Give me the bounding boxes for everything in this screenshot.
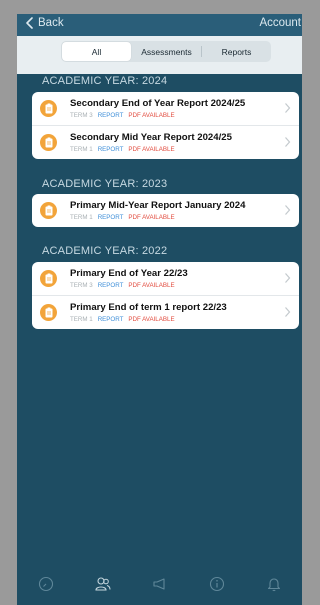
app-screen: Back Account All Assessments Reports ACA… — [17, 14, 302, 605]
type-label: REPORT — [97, 112, 124, 119]
info-icon — [209, 576, 224, 592]
pdf-label: PDF AVAILABLE — [128, 112, 175, 119]
year-card-2024: Secondary End of Year Report 2024/25 TER… — [32, 92, 299, 159]
students-icon — [94, 577, 110, 591]
chevron-right-icon — [285, 137, 291, 147]
report-icon — [40, 100, 57, 117]
chevron-left-icon — [26, 17, 33, 29]
year-card-2022: Primary End of Year 22/23 TERM 3 REPORT PD… — [32, 262, 299, 329]
announcements-icon — [152, 578, 165, 590]
chevron-right-icon — [285, 273, 291, 283]
type-label: REPORT — [97, 282, 124, 289]
report-meta: TERM 3 REPORT PDF AVAILABLE — [70, 282, 175, 289]
report-icon — [40, 270, 57, 287]
chevron-right-icon — [285, 205, 291, 215]
segmented-control: All Assessments Reports — [61, 41, 271, 62]
dashboard-icon — [38, 576, 53, 592]
list-item[interactable]: Primary End of Year 22/23 TERM 3 REPORT PD… — [32, 262, 299, 295]
tab-bar — [17, 563, 302, 605]
chevron-right-icon — [285, 103, 291, 113]
back-label: Back — [38, 17, 64, 29]
year-card-2023: Primary Mid-Year Report January 2024 TER… — [32, 194, 299, 227]
tab-info[interactable] — [208, 575, 226, 593]
term-label: TERM 3 — [70, 112, 93, 119]
nav-bar: Back Account — [17, 14, 302, 36]
account-button[interactable]: Account — [259, 17, 301, 29]
type-label: REPORT — [97, 146, 124, 153]
report-title: Secondary Mid Year Report 2024/25 — [70, 132, 232, 143]
tab-students[interactable] — [94, 575, 112, 593]
report-title: Primary End of Year 22/23 — [70, 268, 188, 279]
term-label: TERM 1 — [70, 214, 93, 221]
list-item[interactable]: Secondary Mid Year Report 2024/25 TERM 1… — [32, 125, 299, 159]
pdf-label: PDF AVAILABLE — [128, 146, 175, 153]
report-title: Primary Mid-Year Report January 2024 — [70, 200, 246, 211]
year-heading-2022: ACADEMIC YEAR: 2022 — [42, 245, 168, 257]
notifications-icon — [267, 578, 280, 592]
year-heading-2024: ACADEMIC YEAR: 2024 — [42, 75, 168, 87]
type-label: REPORT — [97, 214, 124, 221]
pdf-label: PDF AVAILABLE — [128, 316, 175, 323]
term-label: TERM 1 — [70, 146, 93, 153]
report-icon — [40, 134, 57, 151]
tab-notifications[interactable] — [265, 575, 283, 593]
back-button[interactable]: Back — [25, 17, 64, 29]
term-label: TERM 1 — [70, 316, 93, 323]
list-item[interactable]: Primary End of term 1 report 22/23 TERM … — [32, 295, 299, 329]
report-meta: TERM 1 REPORT PDF AVAILABLE — [70, 316, 175, 323]
list-item[interactable]: Secondary End of Year Report 2024/25 TER… — [32, 92, 299, 125]
report-meta: TERM 1 REPORT PDF AVAILABLE — [70, 214, 175, 221]
pdf-label: PDF AVAILABLE — [128, 214, 175, 221]
list-item[interactable]: Primary Mid-Year Report January 2024 TER… — [32, 194, 299, 227]
tab-announcements[interactable] — [151, 575, 169, 593]
year-heading-2023: ACADEMIC YEAR: 2023 — [42, 178, 168, 190]
report-icon — [40, 202, 57, 219]
report-meta: TERM 3 REPORT PDF AVAILABLE — [70, 112, 175, 119]
segment-all[interactable]: All — [62, 42, 131, 61]
segment-reports[interactable]: Reports — [202, 41, 271, 62]
report-meta: TERM 1 REPORT PDF AVAILABLE — [70, 146, 175, 153]
report-title: Secondary End of Year Report 2024/25 — [70, 98, 246, 109]
segment-assessments[interactable]: Assessments — [132, 41, 201, 62]
chevron-right-icon — [285, 307, 291, 317]
filter-bar: All Assessments Reports — [17, 36, 302, 74]
report-title: Primary End of term 1 report 22/23 — [70, 302, 227, 313]
report-icon — [40, 304, 57, 321]
pdf-label: PDF AVAILABLE — [128, 282, 175, 289]
type-label: REPORT — [97, 316, 124, 323]
tab-dashboard[interactable] — [37, 575, 55, 593]
term-label: TERM 3 — [70, 282, 93, 289]
